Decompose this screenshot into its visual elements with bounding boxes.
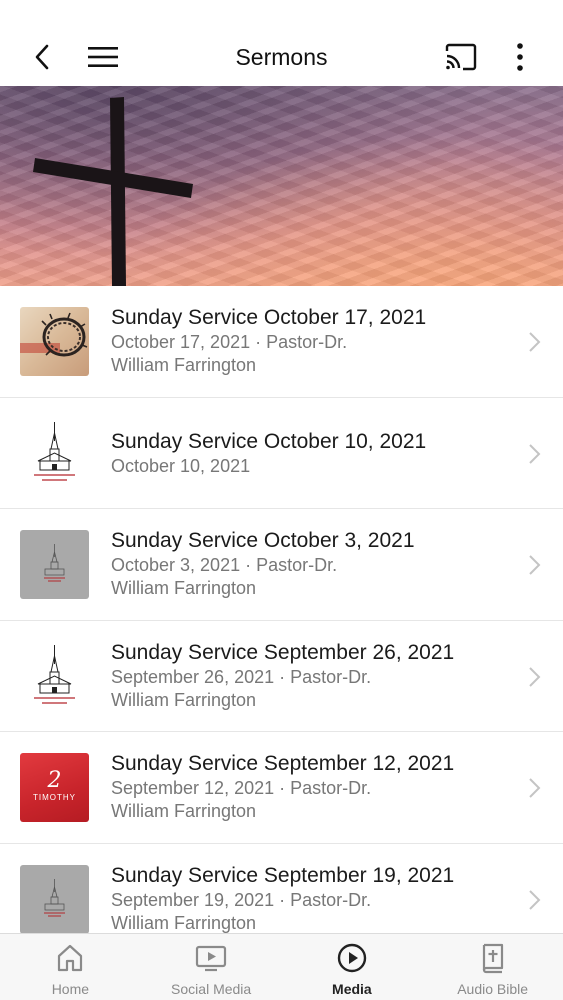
sermon-speaker: William Farrington [111, 355, 257, 375]
more-vertical-icon [517, 43, 523, 71]
back-button[interactable] [22, 28, 62, 86]
timothy-word: TIMOTHY [33, 793, 76, 802]
sermon-title: Sunday Service September 26, 2021 [111, 640, 455, 664]
church-logo-icon [44, 544, 65, 582]
sermon-subtitle: September 12, 2021 · Pastor-Dr. [111, 778, 372, 798]
app-header: Sermons [0, 28, 563, 86]
tab-label: Social Media [171, 981, 252, 997]
tv-icon [196, 945, 227, 972]
timothy-number: 2 [47, 768, 62, 793]
bottom-tab-bar: Home Social Media Media Audio Bible [0, 933, 563, 1000]
timothy-book-image: 2 TIMOTHY [33, 768, 76, 802]
sermon-speaker: William Farrington [111, 578, 257, 598]
sermon-text: Sunday Service September 12, 2021 Septem… [111, 751, 513, 823]
tab-social-media[interactable]: Social Media [141, 934, 282, 1000]
church-logo-icon [44, 878, 65, 916]
sermon-text: Sunday Service October 17, 2021 October … [111, 305, 513, 377]
chevron-right-icon [529, 555, 541, 575]
cross-silhouette [33, 97, 193, 286]
sermon-list-item[interactable]: Sunday Service September 26, 2021 Septem… [0, 620, 563, 732]
sermon-speaker: William Farrington [111, 912, 257, 933]
sermon-thumbnail: 2 TIMOTHY [20, 753, 89, 822]
play-circle-icon [337, 943, 367, 973]
chevron-right-icon [529, 332, 541, 352]
chevron-right-icon [529, 666, 541, 687]
tab-home[interactable]: Home [0, 934, 141, 1000]
church-logo-icon [34, 644, 75, 704]
sermon-thumbnail [20, 530, 89, 599]
sermon-title: Sunday Service September 12, 2021 [111, 752, 455, 775]
sermon-text: Sunday Service September 19, 2021 Septem… [111, 863, 513, 935]
sermon-title: Sunday Service October 3, 2021 [111, 529, 415, 552]
sermon-thumbnail [20, 641, 89, 711]
chevron-right-icon [529, 778, 541, 798]
bible-icon [482, 943, 503, 974]
sermons-banner-image [0, 86, 563, 286]
sermon-thumbnail [20, 864, 89, 934]
menu-button[interactable] [82, 28, 124, 86]
chevron-left-icon [35, 44, 49, 70]
crown-of-thorns-image [20, 312, 88, 357]
sermon-text: Sunday Service September 26, 2021 Septem… [111, 640, 513, 712]
sermon-thumbnail [20, 307, 89, 376]
sermon-subtitle: October 3, 2021 · Pastor-Dr. [111, 555, 338, 575]
cast-icon [445, 43, 477, 71]
sermon-text: Sunday Service October 10, 2021 October … [111, 429, 513, 478]
sermon-subtitle: October 17, 2021 · Pastor-Dr. [111, 332, 348, 352]
sermon-list: Sunday Service October 17, 2021 October … [0, 286, 563, 955]
sermon-list-item[interactable]: Sunday Service October 17, 2021 October … [0, 286, 563, 398]
tab-audio-bible[interactable]: Audio Bible [422, 934, 563, 1000]
sermon-subtitle: September 26, 2021 · Pastor-Dr. [111, 666, 372, 687]
more-options-button[interactable] [500, 28, 540, 86]
sermon-list-item[interactable]: 2 TIMOTHY Sunday Service September 12, 2… [0, 732, 563, 844]
sermon-thumbnail [20, 418, 89, 488]
hamburger-menu-icon [88, 47, 118, 67]
sermon-speaker: William Farrington [111, 801, 257, 821]
cast-button[interactable] [440, 28, 482, 86]
home-icon [58, 944, 83, 972]
sermon-title: Sunday Service October 10, 2021 [111, 429, 427, 453]
tab-label: Media [332, 981, 372, 997]
sermon-title: Sunday Service October 17, 2021 [111, 306, 427, 329]
chevron-right-icon [529, 443, 541, 464]
tab-label: Audio Bible [457, 981, 529, 997]
sermon-speaker: William Farrington [111, 689, 257, 710]
sermon-subtitle: September 19, 2021 · Pastor-Dr. [111, 889, 372, 910]
status-bar [0, 0, 563, 28]
sermon-text: Sunday Service October 3, 2021 October 3… [111, 528, 513, 600]
sermon-list-item[interactable]: Sunday Service October 10, 2021 October … [0, 397, 563, 509]
tab-label: Home [51, 981, 90, 997]
sermon-title: Sunday Service September 19, 2021 [111, 863, 455, 887]
church-logo-icon [34, 421, 75, 481]
sermon-list-item[interactable]: Sunday Service October 3, 2021 October 3… [0, 509, 563, 621]
chevron-right-icon [529, 889, 541, 910]
sermon-subtitle: October 10, 2021 [111, 455, 251, 476]
tab-media[interactable]: Media [282, 934, 423, 1000]
